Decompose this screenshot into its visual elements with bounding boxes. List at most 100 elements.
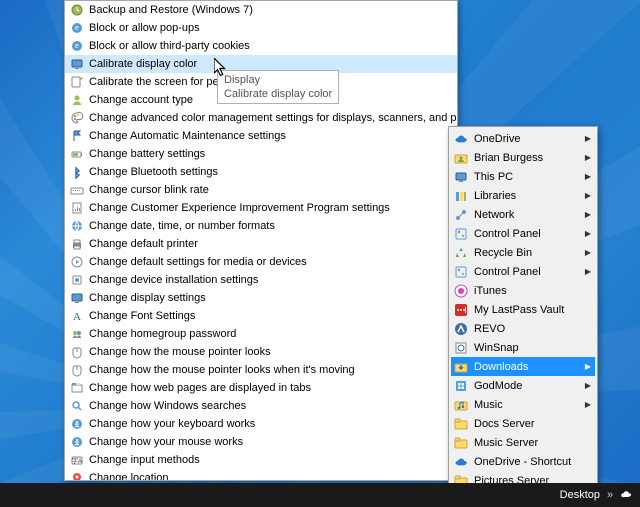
godmode-item-label: Change default printer	[89, 238, 198, 250]
lastpass-icon	[453, 302, 469, 318]
submenu-arrow-icon: ▶	[585, 191, 593, 200]
context-menu-item[interactable]: Docs Server	[451, 414, 595, 433]
godmode-item[interactable]: Change how Windows searches	[65, 397, 457, 415]
downloads-icon	[453, 359, 469, 375]
godmode-item[interactable]: Change how your mouse works	[65, 433, 457, 451]
tooltip-desc: Calibrate display color	[224, 87, 332, 101]
userfolder-icon	[453, 150, 469, 166]
godmode-item[interactable]: Backup and Restore (Windows 7)	[65, 1, 457, 19]
context-menu-label: Music	[474, 399, 580, 411]
godmode-item-label: Change how web pages are displayed in ta…	[89, 382, 311, 394]
godmode-item[interactable]: Change how the mouse pointer looks	[65, 343, 457, 361]
context-menu-label: Network	[474, 209, 580, 221]
godmode-item[interactable]: Change Customer Experience Improvement P…	[65, 199, 457, 217]
godmode-item[interactable]: eBlock or allow third-party cookies	[65, 37, 457, 55]
folder-icon	[453, 416, 469, 432]
context-menu-item[interactable]: Network▶	[451, 205, 595, 224]
godmode-item[interactable]: Change battery settings	[65, 145, 457, 163]
context-menu-item[interactable]: GodMode ▶	[451, 376, 595, 395]
context-menu-item[interactable]: OneDrive▶	[451, 129, 595, 148]
godmode-item[interactable]: Change how web pages are displayed in ta…	[65, 379, 457, 397]
godmode-item-label: Change Automatic Maintenance settings	[89, 130, 286, 142]
tabs-icon	[69, 380, 85, 396]
user-icon	[69, 92, 85, 108]
context-menu-item[interactable]: Downloads▶	[451, 357, 595, 376]
context-menu-item[interactable]: Libraries▶	[451, 186, 595, 205]
godmode-item-label: Change account type	[89, 94, 193, 106]
network-icon	[453, 207, 469, 223]
desktop-toolbar-chevron-icon[interactable]: »	[606, 488, 614, 502]
onedrive-icon	[453, 131, 469, 147]
context-menu-item[interactable]: Music ▶	[451, 395, 595, 414]
context-menu-item[interactable]: Recycle Bin▶	[451, 243, 595, 262]
region-icon	[69, 218, 85, 234]
godmode-item[interactable]: eBlock or allow pop-ups	[65, 19, 457, 37]
godmode-item-label: Change how your keyboard works	[89, 418, 255, 430]
godmode-item-label: Change date, time, or number formats	[89, 220, 275, 232]
godmode-item[interactable]: Change homegroup password	[65, 325, 457, 343]
svg-text:字A: 字A	[72, 457, 82, 465]
lang-icon: 字A	[69, 452, 85, 468]
context-menu-label: OneDrive - Shortcut	[474, 456, 593, 468]
popup-icon: e	[69, 20, 85, 36]
godmode-item[interactable]: Change Bluetooth settings	[65, 163, 457, 181]
godmode-item[interactable]: Change date, time, or number formats	[65, 217, 457, 235]
godmode-item-label: Change how Windows searches	[89, 400, 246, 412]
svg-text:e: e	[75, 25, 79, 32]
onedrive-tray-icon[interactable]	[620, 488, 634, 502]
godmode-item-label: Change display settings	[89, 292, 206, 304]
mouse-cursor-icon	[214, 58, 228, 78]
itunes-icon	[453, 283, 469, 299]
context-menu-item[interactable]: WinSnap	[451, 338, 595, 357]
submenu-arrow-icon: ▶	[585, 172, 593, 181]
context-menu-item[interactable]: Control Panel▶	[451, 262, 595, 281]
godmode-item-label: Change how the mouse pointer looks	[89, 346, 271, 358]
submenu-arrow-icon: ▶	[585, 381, 593, 390]
godmode-item[interactable]: Change advanced color management setting…	[65, 109, 457, 127]
submenu-arrow-icon: ▶	[585, 229, 593, 238]
godmode-icon	[453, 378, 469, 394]
godmode-item[interactable]: Change how your keyboard works	[65, 415, 457, 433]
device-icon	[69, 272, 85, 288]
report-icon	[69, 200, 85, 216]
bt-icon	[69, 164, 85, 180]
context-menu-label: Control Panel	[474, 266, 580, 278]
godmode-item-label: Change battery settings	[89, 148, 205, 160]
taskbar[interactable]: Desktop »	[0, 483, 640, 507]
godmode-item[interactable]: Change default settings for media or dev…	[65, 253, 457, 271]
desktop-toolbar-menu[interactable]: OneDrive▶Brian Burgess▶This PC▶Libraries…	[448, 126, 598, 507]
search-icon	[69, 398, 85, 414]
godmode-item[interactable]: Change Automatic Maintenance settings	[65, 127, 457, 145]
context-menu-item[interactable]: Brian Burgess▶	[451, 148, 595, 167]
context-menu-item[interactable]: This PC ▶	[451, 167, 595, 186]
context-menu-label: This PC	[474, 171, 580, 183]
submenu-arrow-icon: ▶	[585, 400, 593, 409]
godmode-item[interactable]: Change cursor blink rate	[65, 181, 457, 199]
recycle-icon	[453, 245, 469, 261]
godmode-item[interactable]: Change device installation settings	[65, 271, 457, 289]
context-menu-label: GodMode	[474, 380, 580, 392]
godmode-item[interactable]: Change display settings	[65, 289, 457, 307]
godmode-item[interactable]: 字AChange input methods	[65, 451, 457, 469]
desktop-toolbar-label[interactable]: Desktop	[560, 489, 600, 501]
godmode-item-label: Change device installation settings	[89, 274, 258, 286]
context-menu-item[interactable]: Music Server	[451, 433, 595, 452]
context-menu-label: Downloads	[474, 361, 580, 373]
display-icon	[69, 56, 85, 72]
folder-icon	[453, 435, 469, 451]
context-menu-item[interactable]: My LastPass Vault	[451, 300, 595, 319]
godmode-item[interactable]: AChange Font Settings	[65, 307, 457, 325]
context-menu-item[interactable]: Control Panel▶	[451, 224, 595, 243]
cookie-icon: e	[69, 38, 85, 54]
godmode-item-label: Change how your mouse works	[89, 436, 243, 448]
context-menu-item[interactable]: OneDrive - Shortcut	[451, 452, 595, 471]
context-menu-label: OneDrive	[474, 133, 580, 145]
godmode-item[interactable]: Change how the mouse pointer looks when …	[65, 361, 457, 379]
godmode-item[interactable]: Change default printer	[65, 235, 457, 253]
context-menu-item[interactable]: REVO	[451, 319, 595, 338]
desktop-wallpaper: Backup and Restore (Windows 7)eBlock or …	[0, 0, 640, 507]
display-icon	[69, 290, 85, 306]
context-menu-label: Docs Server	[474, 418, 593, 430]
context-menu-item[interactable]: iTunes	[451, 281, 595, 300]
godmode-item[interactable]: Change location	[65, 469, 457, 481]
